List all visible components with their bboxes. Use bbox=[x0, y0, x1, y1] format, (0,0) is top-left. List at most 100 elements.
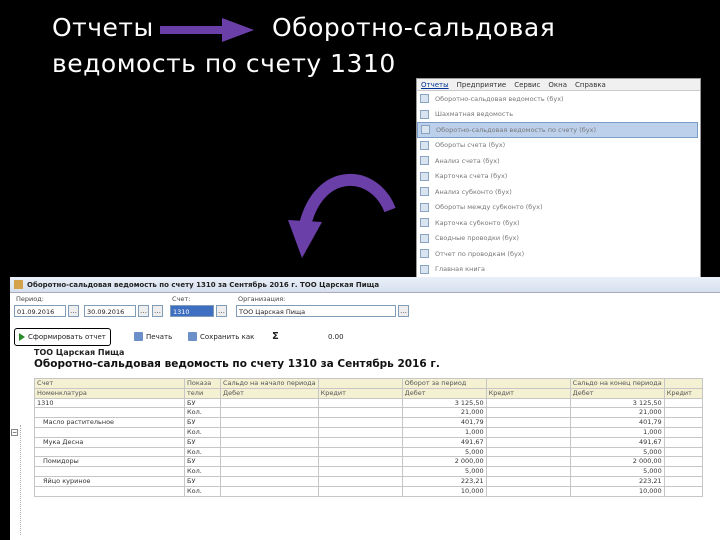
menu-item[interactable]: Главная книга bbox=[417, 262, 700, 278]
menu-item[interactable]: Карточка субконто (бух) bbox=[417, 215, 700, 231]
table-cell[interactable]: 21,000 bbox=[401, 407, 487, 419]
menubar-item[interactable]: Сервис bbox=[514, 81, 540, 89]
table-cell[interactable]: Кол. bbox=[184, 446, 221, 458]
table-cell[interactable] bbox=[485, 417, 571, 428]
organization-field[interactable]: ТОО Царская Пища bbox=[236, 305, 396, 317]
menu-item[interactable]: Отчет по проводкам (бух) bbox=[417, 246, 700, 262]
table-cell[interactable] bbox=[663, 417, 703, 428]
table-cell[interactable] bbox=[317, 417, 403, 428]
menubar-item[interactable]: Окна bbox=[548, 81, 567, 89]
generate-report-button[interactable]: Сформировать отчет bbox=[14, 328, 111, 346]
table-cell[interactable]: Мука Десна bbox=[34, 436, 185, 448]
account-select-button[interactable]: … bbox=[216, 305, 227, 317]
table-cell[interactable] bbox=[663, 466, 703, 477]
table-cell[interactable] bbox=[663, 407, 703, 419]
table-cell[interactable] bbox=[663, 475, 703, 487]
table-cell[interactable]: 3 125,50 bbox=[569, 397, 665, 409]
table-cell[interactable]: 10,000 bbox=[401, 485, 487, 497]
table-cell[interactable] bbox=[663, 456, 703, 468]
table-cell[interactable] bbox=[485, 426, 571, 438]
menu-item[interactable]: Обороты между субконто (бух) bbox=[417, 200, 700, 216]
table-cell[interactable] bbox=[485, 446, 571, 458]
table-cell[interactable] bbox=[220, 397, 319, 409]
table-cell[interactable] bbox=[34, 466, 185, 477]
menu-item[interactable]: Сводные проводки (бух) bbox=[417, 231, 700, 247]
table-cell[interactable] bbox=[220, 456, 319, 468]
table-cell[interactable]: 2 000,00 bbox=[401, 456, 487, 468]
table-cell[interactable] bbox=[663, 436, 703, 448]
collapse-group-icon[interactable]: − bbox=[11, 429, 18, 436]
date-from-button[interactable]: … bbox=[68, 305, 79, 317]
table-cell[interactable]: Кол. bbox=[184, 407, 221, 419]
table-cell[interactable] bbox=[485, 475, 571, 487]
table-cell[interactable] bbox=[34, 407, 185, 419]
menu-item[interactable]: Анализ субконто (бух) bbox=[417, 184, 700, 200]
date-from-field[interactable]: 01.09.2016 bbox=[14, 305, 66, 317]
table-cell[interactable] bbox=[485, 407, 571, 419]
table-cell[interactable] bbox=[220, 426, 319, 438]
table-cell[interactable] bbox=[485, 466, 571, 477]
table-cell[interactable] bbox=[317, 456, 403, 468]
table-cell[interactable]: БУ bbox=[184, 436, 221, 448]
table-cell[interactable]: БУ bbox=[184, 475, 221, 487]
table-cell[interactable]: 3 125,50 bbox=[401, 397, 487, 409]
table-cell[interactable]: 5,000 bbox=[401, 446, 487, 458]
table-cell[interactable] bbox=[663, 446, 703, 458]
table-cell[interactable]: БУ bbox=[184, 397, 221, 409]
table-cell[interactable] bbox=[317, 466, 403, 477]
table-cell[interactable]: 491,67 bbox=[401, 436, 487, 448]
menu-item[interactable]: Анализ счета (бух) bbox=[417, 153, 700, 169]
table-cell[interactable]: 5,000 bbox=[569, 466, 665, 477]
table-cell[interactable] bbox=[485, 436, 571, 448]
menu-item[interactable]: Оборотно-сальдовая ведомость по счету (б… bbox=[417, 122, 698, 138]
print-button[interactable]: Печать bbox=[134, 330, 172, 343]
table-cell[interactable] bbox=[485, 485, 571, 497]
table-cell[interactable] bbox=[34, 446, 185, 458]
table-cell[interactable] bbox=[317, 475, 403, 487]
menu-item[interactable]: Карточка счета (бух) bbox=[417, 169, 700, 185]
table-cell[interactable] bbox=[663, 485, 703, 497]
table-cell[interactable]: 401,79 bbox=[401, 417, 487, 428]
menubar-item[interactable]: Отчеты bbox=[421, 81, 449, 89]
date-to-field[interactable]: 30.09.2016 bbox=[84, 305, 136, 317]
save-as-button[interactable]: Сохранить как bbox=[188, 330, 254, 343]
table-cell[interactable]: Кол. bbox=[184, 466, 221, 477]
table-cell[interactable] bbox=[220, 417, 319, 428]
table-cell[interactable]: 401,79 bbox=[569, 417, 665, 428]
organization-select-button[interactable]: … bbox=[398, 305, 409, 317]
table-cell[interactable]: 1,000 bbox=[401, 426, 487, 438]
table-cell[interactable] bbox=[220, 407, 319, 419]
table-cell[interactable]: 10,000 bbox=[569, 485, 665, 497]
table-cell[interactable] bbox=[220, 436, 319, 448]
table-cell[interactable] bbox=[317, 407, 403, 419]
table-cell[interactable] bbox=[34, 426, 185, 438]
table-cell[interactable]: 21,000 bbox=[569, 407, 665, 419]
date-to-button[interactable]: … bbox=[138, 305, 149, 317]
table-cell[interactable]: 223,21 bbox=[401, 475, 487, 487]
table-cell[interactable]: 1310 bbox=[34, 397, 185, 409]
menubar-item[interactable]: Предприятие bbox=[457, 81, 507, 89]
table-cell[interactable]: БУ bbox=[184, 417, 221, 428]
table-cell[interactable] bbox=[485, 397, 571, 409]
account-field[interactable]: 1310 bbox=[170, 305, 214, 317]
table-cell[interactable] bbox=[485, 456, 571, 468]
table-cell[interactable]: Помидоры bbox=[34, 456, 185, 468]
table-cell[interactable] bbox=[220, 475, 319, 487]
table-cell[interactable]: 223,21 bbox=[569, 475, 665, 487]
table-cell[interactable]: Кол. bbox=[184, 426, 221, 438]
table-cell[interactable] bbox=[663, 426, 703, 438]
menubar-item[interactable]: Справка bbox=[575, 81, 606, 89]
table-cell[interactable] bbox=[220, 466, 319, 477]
table-cell[interactable] bbox=[317, 426, 403, 438]
table-cell[interactable]: 2 000,00 bbox=[569, 456, 665, 468]
table-cell[interactable] bbox=[34, 485, 185, 497]
table-cell[interactable]: 5,000 bbox=[569, 446, 665, 458]
table-cell[interactable] bbox=[317, 446, 403, 458]
table-cell[interactable] bbox=[317, 485, 403, 497]
table-cell[interactable]: Кол. bbox=[184, 485, 221, 497]
table-cell[interactable]: 5,000 bbox=[401, 466, 487, 477]
menu-item[interactable]: Обороты счета (бух) bbox=[417, 138, 700, 154]
table-cell[interactable]: Масло растительное bbox=[34, 417, 185, 428]
table-cell[interactable] bbox=[220, 485, 319, 497]
table-cell[interactable] bbox=[220, 446, 319, 458]
